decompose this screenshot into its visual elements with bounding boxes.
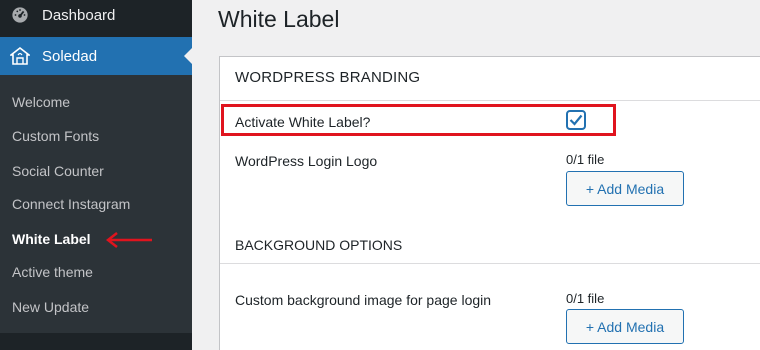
home-icon <box>10 46 30 66</box>
dashboard-gauge-icon <box>10 5 30 25</box>
bg-image-label: Custom background image for page login <box>235 292 492 308</box>
submenu-item-connect-instagram[interactable]: Connect Instagram <box>12 196 130 212</box>
login-logo-label: WordPress Login Logo <box>235 153 378 169</box>
submenu-item-social-counter[interactable]: Social Counter <box>12 163 104 179</box>
sidebar-item-label: Soledad <box>42 47 98 65</box>
submenu-item-white-label[interactable]: White Label <box>12 231 91 247</box>
annotation-highlight-box <box>221 104 616 136</box>
login-logo-add-media-button[interactable]: + Add Media <box>566 171 684 206</box>
annotation-arrow-icon <box>105 232 152 248</box>
current-menu-notch <box>184 48 192 64</box>
submenu-item-welcome[interactable]: Welcome <box>12 94 70 110</box>
admin-sidebar: Dashboard Soledad Welcome Custom Fonts S… <box>0 0 192 350</box>
sidebar-item-dashboard[interactable]: Dashboard <box>0 0 192 30</box>
background-options-heading: BACKGROUND OPTIONS <box>235 237 403 253</box>
submenu-item-new-update[interactable]: New Update <box>12 299 89 315</box>
login-logo-file-count: 0/1 file <box>566 152 605 167</box>
section-title: WORDPRESS BRANDING <box>235 69 421 86</box>
section-divider <box>220 263 760 264</box>
submenu-item-active-theme[interactable]: Active theme <box>12 264 93 280</box>
submenu-item-custom-fonts[interactable]: Custom Fonts <box>12 128 99 144</box>
settings-panel: WORDPRESS BRANDING Activate White Label?… <box>219 56 760 350</box>
sidebar-item-label: Dashboard <box>42 6 116 24</box>
sidebar-item-soledad[interactable]: Soledad <box>0 37 192 75</box>
panel-header: WORDPRESS BRANDING <box>220 57 760 101</box>
page-title: White Label <box>218 6 340 32</box>
sidebar-submenu: Welcome Custom Fonts Social Counter Conn… <box>0 75 192 333</box>
bg-image-file-count: 0/1 file <box>566 291 605 306</box>
bg-image-add-media-button[interactable]: + Add Media <box>566 309 684 344</box>
